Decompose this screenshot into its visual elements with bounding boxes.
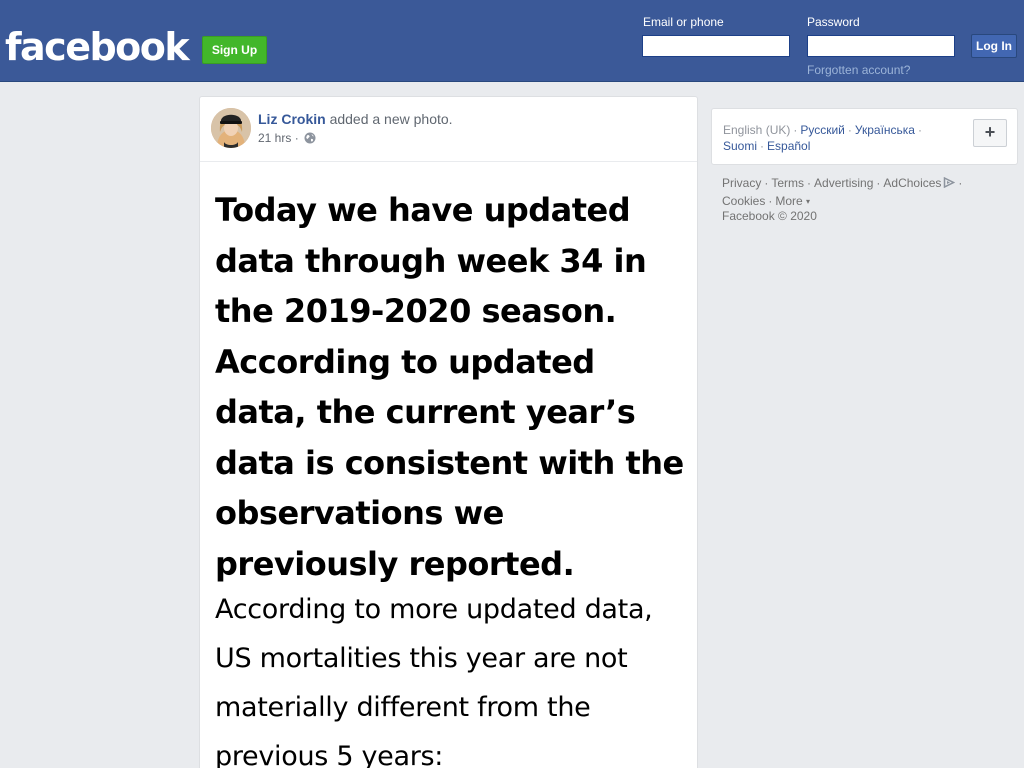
photo-line: previous 5 years: bbox=[215, 741, 444, 768]
avatar-image bbox=[211, 108, 251, 148]
language-selector: English (UK) · Русский · Українська · Suomi · Es… bbox=[711, 108, 1018, 165]
post-divider bbox=[200, 161, 697, 162]
post-card: Liz Crokin added a new photo. 21 hrs · T… bbox=[199, 96, 698, 768]
avatar[interactable] bbox=[211, 108, 251, 148]
adchoices-link[interactable]: AdChoices bbox=[883, 176, 956, 193]
email-label: Email or phone bbox=[643, 15, 724, 29]
more-label: More bbox=[775, 194, 803, 208]
language-link-spanish[interactable]: Español bbox=[767, 139, 810, 153]
advertising-link[interactable]: Advertising bbox=[814, 176, 873, 190]
password-label: Password bbox=[807, 15, 860, 29]
adchoices-icon bbox=[943, 176, 956, 193]
photo-regular-text: According to more updated data, US morta… bbox=[215, 585, 693, 768]
terms-link[interactable]: Terms bbox=[771, 176, 804, 190]
email-field[interactable] bbox=[642, 35, 790, 57]
add-language-button[interactable]: + bbox=[973, 119, 1007, 147]
cookies-link[interactable]: Cookies bbox=[722, 194, 765, 208]
photo-line: According to more updated data, bbox=[215, 594, 653, 625]
more-link[interactable]: More ▾ bbox=[775, 194, 810, 208]
post-action-text: added a new photo. bbox=[329, 111, 453, 127]
photo-line: previously reported. bbox=[215, 544, 575, 583]
forgotten-account-link[interactable]: Forgotten account? bbox=[807, 63, 910, 77]
footer-separator: · bbox=[764, 176, 769, 190]
copyright-text: Facebook © 2020 bbox=[722, 209, 817, 223]
language-link-ukrainian[interactable]: Українська bbox=[855, 123, 915, 137]
photo-line: US mortalities this year are not bbox=[215, 643, 628, 674]
language-link-russian[interactable]: Русский bbox=[800, 123, 845, 137]
footer-separator: · bbox=[768, 194, 773, 208]
photo-bold-text: Today we have updated data through week … bbox=[215, 185, 693, 589]
post-meta: 21 hrs · bbox=[258, 131, 316, 147]
photo-line: Today we have updated bbox=[215, 191, 631, 229]
footer-links: Privacy · Terms · Advertising · AdChoices · Cook… bbox=[722, 175, 1012, 210]
photo-line: data through week 34 in bbox=[215, 241, 647, 280]
language-list: English (UK) · Русский · Українська · Suomi · Es… bbox=[723, 122, 963, 154]
facebook-logo[interactable]: facebook bbox=[5, 24, 190, 70]
globe-icon[interactable] bbox=[304, 132, 316, 147]
privacy-link[interactable]: Privacy bbox=[722, 176, 761, 190]
language-separator: · bbox=[760, 139, 765, 153]
footer-separator: · bbox=[876, 176, 881, 190]
photo-line: materially different from the bbox=[215, 692, 591, 723]
footer-separator: · bbox=[958, 176, 963, 190]
meta-separator: · bbox=[294, 131, 299, 145]
author-name-link[interactable]: Liz Crokin bbox=[258, 111, 326, 127]
photo-line: data, the current year’s bbox=[215, 393, 636, 431]
post-timestamp[interactable]: 21 hrs bbox=[258, 131, 291, 145]
post-photo[interactable]: Today we have updated data through week … bbox=[215, 185, 693, 768]
post-header: Liz Crokin added a new photo. bbox=[258, 111, 453, 127]
top-bar: facebook Sign Up Email or phone Password… bbox=[0, 0, 1024, 82]
photo-line: observations we bbox=[215, 494, 504, 532]
password-field[interactable] bbox=[807, 35, 955, 57]
photo-line: According to updated bbox=[215, 342, 595, 381]
language-separator: · bbox=[793, 123, 798, 137]
language-current: English (UK) bbox=[723, 123, 791, 137]
language-link-finnish[interactable]: Suomi bbox=[723, 139, 757, 153]
footer-separator: · bbox=[807, 176, 812, 190]
language-separator: · bbox=[847, 123, 852, 137]
photo-line: the 2019-2020 season. bbox=[215, 292, 617, 330]
caret-down-icon: ▾ bbox=[806, 197, 811, 206]
language-separator: · bbox=[917, 123, 922, 137]
log-in-button[interactable]: Log In bbox=[971, 34, 1017, 58]
photo-line: data is consistent with the bbox=[215, 443, 684, 482]
sign-up-button[interactable]: Sign Up bbox=[202, 36, 267, 64]
adchoices-label: AdChoices bbox=[883, 176, 942, 190]
